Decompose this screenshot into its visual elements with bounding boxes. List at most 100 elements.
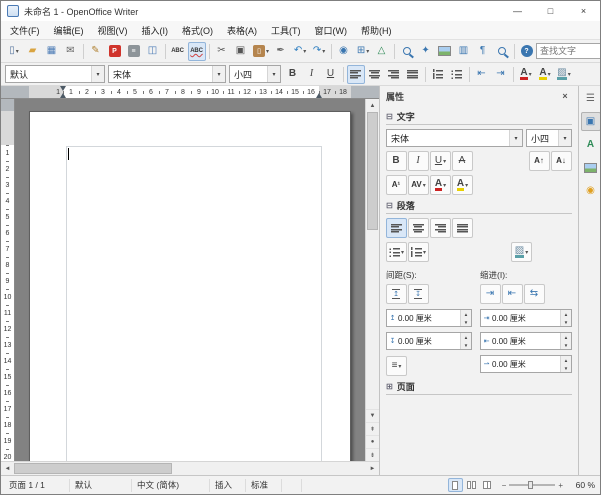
- status-language[interactable]: 中文 (简体): [132, 479, 210, 492]
- spin-up-icon[interactable]: ▲: [561, 310, 571, 318]
- save-button[interactable]: ▦: [43, 42, 61, 61]
- tab-navigator[interactable]: ◉: [581, 181, 601, 200]
- chevron-down-icon[interactable]: ▾: [267, 66, 280, 82]
- sidebar-font-name-combo[interactable]: 宋体 ▾: [386, 129, 523, 147]
- page-preview-button[interactable]: ◫: [144, 42, 162, 61]
- sidebar-highlight-button[interactable]: A▾: [452, 175, 473, 195]
- minimize-button[interactable]: —: [501, 1, 534, 21]
- close-button[interactable]: ×: [567, 1, 600, 21]
- first-line-indent-spinner[interactable]: ⇀ 0.00 厘米 ▲▼: [480, 355, 572, 373]
- increase-indent-button-sidebar[interactable]: ⇥: [480, 284, 501, 304]
- bold-button[interactable]: B: [284, 65, 302, 84]
- indent-before-spinner[interactable]: ⇥ 0.00 厘米 ▲▼: [480, 309, 572, 327]
- navigation-button[interactable]: ●: [366, 435, 379, 448]
- spacing-above-value[interactable]: 0.00 厘米: [398, 313, 460, 324]
- open-button[interactable]: ▰: [24, 42, 42, 61]
- data-sources-button[interactable]: ▥: [455, 42, 473, 61]
- sidebar-numbered-list-button[interactable]: ▾: [408, 242, 429, 262]
- sidebar-strikethrough-button[interactable]: A: [452, 151, 473, 171]
- paragraph-background-button[interactable]: ▨▾: [511, 242, 532, 262]
- sidebar-italic-button[interactable]: I: [408, 151, 429, 171]
- decrease-paragraph-spacing-button[interactable]: ↧: [408, 284, 429, 304]
- help-button[interactable]: ?: [518, 42, 536, 61]
- increase-paragraph-spacing-button[interactable]: ↥: [386, 284, 407, 304]
- view-multiple-pages-button[interactable]: [464, 478, 479, 492]
- edit-file-button[interactable]: ✎: [87, 42, 105, 61]
- align-justify-button[interactable]: [404, 65, 422, 84]
- sidebar-align-justify-button[interactable]: [452, 218, 473, 238]
- paragraph-style-combo[interactable]: 默认 ▾: [5, 65, 105, 83]
- menu-help[interactable]: 帮助(H): [354, 22, 399, 39]
- redo-button[interactable]: ↷▾: [310, 42, 328, 61]
- collapse-icon[interactable]: ⊟: [386, 201, 393, 210]
- spin-up-icon[interactable]: ▲: [561, 333, 571, 341]
- vertical-ruler[interactable]: 1234567891011121314151617181920: [1, 99, 15, 461]
- line-spacing-button[interactable]: ≡ ▾: [386, 356, 407, 376]
- menu-insert[interactable]: 插入(I): [135, 22, 176, 39]
- find-text-input[interactable]: [536, 43, 601, 59]
- draw-functions-button[interactable]: △: [373, 42, 391, 61]
- copy-button[interactable]: ▣: [232, 42, 250, 61]
- insert-table-button[interactable]: ⊞▾: [354, 42, 372, 61]
- spacing-below-value[interactable]: 0.00 厘米: [398, 336, 460, 347]
- vertical-scrollbar[interactable]: ▲ ▼ ⇞ ● ⇟: [365, 99, 379, 461]
- hyperlink-button[interactable]: ◉: [335, 42, 353, 61]
- left-indent-marker[interactable]: [60, 93, 66, 98]
- view-single-page-button[interactable]: [448, 478, 463, 492]
- chevron-down-icon[interactable]: ▾: [509, 130, 522, 146]
- indent-after-value[interactable]: 0.00 厘米: [492, 336, 560, 347]
- spin-down-icon[interactable]: ▼: [561, 318, 571, 326]
- new-document-button[interactable]: ▯▾: [5, 42, 23, 61]
- spacing-above-spinner[interactable]: ↥ 0.00 厘米 ▲▼: [386, 309, 472, 327]
- zoom-button[interactable]: [493, 42, 511, 61]
- formatting-marks-button[interactable]: ¶: [474, 42, 492, 61]
- character-spacing-button[interactable]: AV▾: [408, 175, 429, 195]
- indent-after-spinner[interactable]: ⇤ 0.00 厘米 ▲▼: [480, 332, 572, 350]
- tab-gallery[interactable]: [581, 158, 601, 177]
- horizontal-scroll-thumb[interactable]: [14, 463, 172, 474]
- background-color-button[interactable]: ▨▾: [555, 65, 573, 84]
- find-replace-button[interactable]: [398, 42, 416, 61]
- horizontal-scrollbar[interactable]: ◄ ►: [1, 461, 379, 475]
- menu-edit[interactable]: 编辑(E): [47, 22, 91, 39]
- paste-button[interactable]: ▯▾: [251, 42, 271, 61]
- zoom-in-icon[interactable]: +: [558, 481, 563, 490]
- sidebar-align-center-button[interactable]: [408, 218, 429, 238]
- vertical-scroll-thumb[interactable]: [367, 112, 378, 230]
- sidebar-bold-button[interactable]: B: [386, 151, 407, 171]
- right-indent-marker[interactable]: [316, 93, 322, 98]
- spellcheck-button[interactable]: ABC: [169, 42, 187, 61]
- spin-down-icon[interactable]: ▼: [461, 341, 471, 349]
- character-section-header[interactable]: ⊟ 文字: [386, 108, 572, 125]
- undo-button[interactable]: ↶▾: [291, 42, 309, 61]
- sidebar-align-left-button[interactable]: [386, 218, 407, 238]
- highlighting-button[interactable]: A▾: [536, 65, 554, 84]
- paragraph-section-header[interactable]: ⊟ 段落: [386, 197, 572, 214]
- zoom-slider[interactable]: − +: [498, 481, 567, 490]
- menu-window[interactable]: 窗口(W): [308, 22, 355, 39]
- next-page-button[interactable]: ⇟: [366, 448, 379, 461]
- underline-button[interactable]: U: [322, 65, 340, 84]
- sidebar-align-right-button[interactable]: [430, 218, 451, 238]
- first-line-indent-value[interactable]: 0.00 厘米: [492, 359, 560, 370]
- document-page[interactable]: [29, 111, 351, 461]
- menu-view[interactable]: 视图(V): [91, 22, 135, 39]
- menu-format[interactable]: 格式(O): [175, 22, 220, 39]
- status-page-style[interactable]: 默认: [70, 479, 132, 492]
- previous-page-button[interactable]: ⇞: [366, 422, 379, 435]
- sidebar-font-color-button[interactable]: A▾: [430, 175, 451, 195]
- spin-up-icon[interactable]: ▲: [561, 356, 571, 364]
- align-right-button[interactable]: [385, 65, 403, 84]
- email-button[interactable]: ✉: [62, 42, 80, 61]
- menu-tools[interactable]: 工具(T): [264, 22, 308, 39]
- menu-file[interactable]: 文件(F): [3, 22, 47, 39]
- first-line-indent-marker[interactable]: [60, 86, 66, 91]
- scroll-right-button[interactable]: ►: [366, 462, 379, 475]
- sidebar-font-size-combo[interactable]: 小四 ▾: [526, 129, 572, 147]
- align-center-button[interactable]: [366, 65, 384, 84]
- cut-button[interactable]: ✂: [213, 42, 231, 61]
- tab-properties[interactable]: ▣: [581, 112, 601, 131]
- format-paintbrush-button[interactable]: ✒: [272, 42, 290, 61]
- print-button[interactable]: ≡: [125, 42, 143, 61]
- status-page-number[interactable]: 页面 1 / 1: [4, 479, 70, 492]
